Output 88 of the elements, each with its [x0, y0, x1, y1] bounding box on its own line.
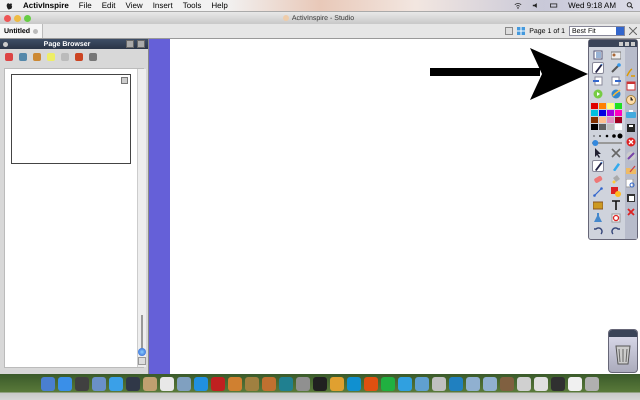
color-swatch[interactable]: [591, 124, 598, 130]
color-swatch[interactable]: [607, 110, 614, 116]
battery-icon[interactable]: [550, 2, 558, 9]
dock-app-icon[interactable]: [143, 377, 157, 391]
color-swatch[interactable]: [615, 124, 622, 130]
menu-item[interactable]: Tools: [182, 1, 202, 10]
zoom-button[interactable]: [24, 14, 31, 22]
page-thumbnail[interactable]: [11, 74, 131, 164]
dock-app-icon[interactable]: [534, 377, 548, 391]
dock-app-icon[interactable]: [551, 377, 565, 391]
fullscreen-icon[interactable]: [629, 27, 637, 35]
restart-tool[interactable]: [610, 212, 622, 224]
wrench-tool[interactable]: [610, 147, 622, 159]
dock-app-icon[interactable]: [330, 377, 344, 391]
text-tool[interactable]: [610, 199, 622, 211]
resize-grip-icon[interactable]: [138, 357, 146, 365]
color-swatch[interactable]: [591, 117, 598, 123]
document-icon: [282, 15, 289, 21]
page-grid-icon[interactable]: [517, 27, 526, 35]
dock-app-icon[interactable]: [517, 377, 531, 391]
trash-title-bar: [609, 330, 637, 337]
undo-tool[interactable]: [592, 225, 604, 237]
globe-tool[interactable]: [610, 88, 622, 100]
panel-menu-icon[interactable]: [3, 42, 8, 46]
width-slider[interactable]: [590, 140, 624, 146]
color-swatch[interactable]: [599, 110, 606, 116]
minimize-button[interactable]: [14, 14, 21, 22]
dock-app-icon[interactable]: [466, 377, 480, 391]
menu-clock[interactable]: Wed 9:18 AM: [568, 1, 616, 10]
color-swatch[interactable]: [615, 103, 622, 109]
tape-tool[interactable]: [592, 199, 604, 211]
menu-item[interactable]: Edit: [102, 1, 116, 10]
menu-item[interactable]: View: [125, 1, 143, 10]
panel-pin-button[interactable]: [126, 40, 134, 48]
card-tool[interactable]: [610, 49, 622, 61]
tray-icon[interactable]: [626, 109, 636, 119]
color-swatch[interactable]: [607, 124, 614, 130]
menu-item[interactable]: File: [78, 1, 92, 10]
dock-app-icon[interactable]: [415, 377, 429, 391]
clipboard-icon[interactable]: [626, 193, 636, 203]
color-swatch[interactable]: [599, 103, 606, 109]
stop-icon[interactable]: [626, 137, 636, 147]
pen-tool[interactable]: [592, 160, 604, 172]
menu-item[interactable]: Insert: [152, 1, 173, 10]
dock-app-icon[interactable]: [177, 377, 191, 391]
app-menu[interactable]: ActivInspire: [23, 1, 69, 10]
color-swatch[interactable]: [599, 117, 606, 123]
list-tool[interactable]: [592, 49, 604, 61]
connector-tool[interactable]: [592, 186, 604, 198]
tab-close-icon[interactable]: [33, 28, 38, 34]
color-swatch[interactable]: [607, 117, 614, 123]
dock-app-icon[interactable]: [381, 377, 395, 391]
color-swatch[interactable]: [591, 103, 598, 109]
color-swatch[interactable]: [607, 103, 614, 109]
arrow-icon: [430, 48, 588, 100]
fill-tool[interactable]: [610, 173, 622, 185]
color-swatch[interactable]: [615, 110, 622, 116]
forward-tool[interactable]: [610, 75, 622, 87]
save-icon[interactable]: [626, 123, 636, 133]
back-tool[interactable]: [592, 75, 604, 87]
trash-icon[interactable]: [614, 343, 632, 365]
page-view-icon[interactable]: [505, 27, 514, 35]
redo-tool[interactable]: [610, 225, 622, 237]
panel-close-button[interactable]: [137, 40, 145, 48]
menu-item[interactable]: Help: [211, 1, 228, 10]
wifi-icon[interactable]: [514, 2, 522, 9]
close-button[interactable]: [4, 14, 11, 22]
dock-app-icon[interactable]: [432, 377, 446, 391]
dock-app-icon[interactable]: [568, 377, 582, 391]
dock-app-icon[interactable]: [160, 377, 174, 391]
dock-app-icon[interactable]: [585, 377, 599, 391]
clock-icon[interactable]: [626, 95, 636, 105]
color-swatch[interactable]: [599, 124, 606, 130]
wand-tool[interactable]: [610, 62, 622, 74]
page-menu-icon[interactable]: [121, 77, 128, 84]
dock-app-icon[interactable]: [483, 377, 497, 391]
color-swatch[interactable]: [615, 117, 622, 123]
magnifier-icon[interactable]: [626, 179, 636, 189]
color-swatch[interactable]: [591, 110, 598, 116]
folder-icon[interactable]: [626, 165, 636, 175]
close-icon[interactable]: [626, 207, 636, 217]
calendar-icon[interactable]: [626, 81, 636, 91]
marker-icon[interactable]: [626, 151, 636, 161]
dock-app-icon[interactable]: [109, 377, 123, 391]
pen-tool[interactable]: [592, 62, 604, 74]
search-icon[interactable]: [626, 2, 634, 9]
apple-icon[interactable]: [6, 2, 13, 10]
dock-app-icon[interactable]: [313, 377, 327, 391]
